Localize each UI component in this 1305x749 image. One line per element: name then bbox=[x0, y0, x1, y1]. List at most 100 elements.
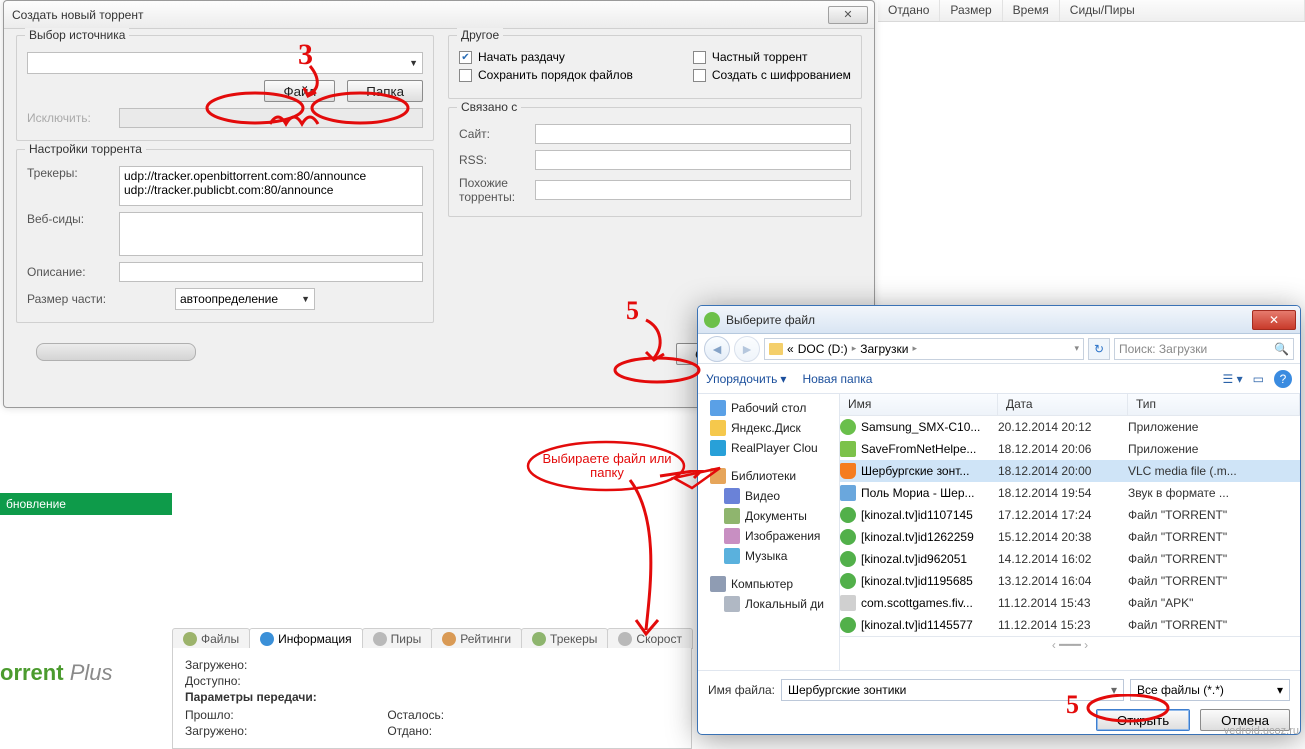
site-input[interactable] bbox=[535, 124, 851, 144]
settings-group: Настройки торрента Трекеры: udp://tracke… bbox=[16, 149, 434, 323]
file-list: Имя Дата Тип Samsung_SMX-C10...20.12.201… bbox=[840, 394, 1300, 670]
similar-input[interactable] bbox=[535, 180, 851, 200]
crumb-back[interactable]: « bbox=[787, 342, 794, 356]
piece-size-combo[interactable]: автоопределение ▼ bbox=[175, 288, 315, 310]
tree-node[interactable]: Изображения bbox=[700, 526, 837, 546]
exclude-input bbox=[119, 108, 423, 128]
source-combo[interactable]: ▼ bbox=[27, 52, 423, 74]
file-row[interactable]: Samsung_SMX-C10...20.12.2014 20:12Прилож… bbox=[840, 416, 1300, 438]
detail-tabs: Файлы Информация Пиры Рейтинги Трекеры С… bbox=[172, 628, 692, 650]
description-label: Описание: bbox=[27, 265, 111, 279]
nav-back-button[interactable]: ◄ bbox=[704, 336, 730, 362]
tree-node[interactable]: RealPlayer Clou bbox=[700, 438, 837, 458]
info-dl2: Загружено: bbox=[185, 724, 247, 738]
exclude-label: Исключить: bbox=[27, 111, 111, 125]
file-icon bbox=[840, 441, 856, 457]
rss-input[interactable] bbox=[535, 150, 851, 170]
arrange-button[interactable]: Упорядочить ▾ bbox=[706, 372, 786, 386]
choose-file-button[interactable]: Файл bbox=[264, 80, 335, 102]
trackers-input[interactable]: udp://tracker.openbittorrent.com:80/anno… bbox=[119, 166, 423, 206]
chevron-down-icon: ▾ bbox=[780, 372, 786, 386]
private-checkbox[interactable] bbox=[693, 51, 706, 64]
keep-order-checkbox[interactable] bbox=[459, 69, 472, 82]
dialog-title: Создать новый торрент bbox=[4, 8, 143, 22]
tab-info[interactable]: Информация bbox=[249, 628, 362, 649]
file-icon bbox=[840, 485, 856, 501]
file-row[interactable]: Шербургские зонт...18.12.2014 20:00VLC m… bbox=[840, 460, 1300, 482]
chevron-down-icon[interactable]: ▾ bbox=[1074, 343, 1079, 354]
view-button[interactable]: ☰ ▾ bbox=[1223, 372, 1243, 386]
tree-node[interactable]: Библиотеки bbox=[700, 466, 837, 486]
tab-ratings[interactable]: Рейтинги bbox=[431, 628, 522, 649]
tree-node[interactable]: Видео bbox=[700, 486, 837, 506]
folder-icon bbox=[724, 596, 740, 612]
folder-icon bbox=[710, 400, 726, 416]
choose-folder-button[interactable]: Папка bbox=[347, 80, 423, 102]
start-seed-checkbox[interactable] bbox=[459, 51, 472, 64]
tree-node[interactable]: Компьютер bbox=[700, 574, 837, 594]
scroll-indicator[interactable]: ‹ ━━━ › bbox=[840, 636, 1300, 652]
tree-node[interactable]: Локальный ди bbox=[700, 594, 837, 614]
col-time[interactable]: Время bbox=[1003, 0, 1060, 21]
tab-files[interactable]: Файлы bbox=[172, 628, 250, 649]
tab-speed[interactable]: Скорост bbox=[607, 628, 693, 649]
watermark: vedroid.ucoz.ru bbox=[1224, 725, 1299, 737]
file-row[interactable]: Поль Мориа - Шер...18.12.2014 19:54Звук … bbox=[840, 482, 1300, 504]
info-pane: Загружено: Доступно: Параметры передачи:… bbox=[172, 648, 692, 749]
crumb-drive[interactable]: DOC (D:) bbox=[798, 342, 848, 356]
tree-node[interactable]: Яндекс.Диск bbox=[700, 418, 837, 438]
file-row[interactable]: [kinozal.tv]id126225915.12.2014 20:38Фай… bbox=[840, 526, 1300, 548]
chevron-down-icon: ▾ bbox=[1277, 683, 1283, 697]
folder-icon bbox=[769, 343, 783, 355]
chevron-down-icon: ▼ bbox=[409, 58, 418, 68]
tree-node[interactable]: Музыка bbox=[700, 546, 837, 566]
new-folder-button[interactable]: Новая папка bbox=[802, 372, 872, 386]
ratings-icon bbox=[442, 632, 456, 646]
file-row[interactable]: [kinozal.tv]id114557711.12.2014 15:23Фай… bbox=[840, 614, 1300, 636]
files-icon bbox=[183, 632, 197, 646]
col-size[interactable]: Размер bbox=[940, 0, 1002, 21]
update-tab[interactable]: бновление bbox=[0, 493, 172, 515]
col-name[interactable]: Имя bbox=[840, 394, 998, 415]
close-icon[interactable]: ✕ bbox=[828, 6, 868, 24]
chevron-right-icon: ▸ bbox=[913, 343, 918, 354]
open-footer: Имя файла: Шербургские зонтики▾ Все файл… bbox=[698, 670, 1300, 735]
description-input[interactable] bbox=[119, 262, 423, 282]
file-row[interactable]: com.scottgames.fiv...11.12.2014 15:43Фай… bbox=[840, 592, 1300, 614]
file-row[interactable]: SaveFromNetHelpe...18.12.2014 20:06Прило… bbox=[840, 438, 1300, 460]
related-group-title: Связано с bbox=[457, 100, 521, 114]
file-row[interactable]: [kinozal.tv]id96205114.12.2014 16:02Файл… bbox=[840, 548, 1300, 570]
folder-icon bbox=[710, 576, 726, 592]
tree-node[interactable]: Рабочий стол bbox=[700, 398, 837, 418]
folder-tree[interactable]: Рабочий столЯндекс.ДискRealPlayer Clou Би… bbox=[698, 394, 840, 670]
chevron-down-icon[interactable]: ▾ bbox=[1111, 683, 1117, 697]
search-input[interactable]: Поиск: Загрузки 🔍 bbox=[1114, 338, 1294, 360]
refresh-button[interactable]: ↻ bbox=[1088, 338, 1110, 360]
col-date[interactable]: Дата bbox=[998, 394, 1128, 415]
col-given[interactable]: Отдано bbox=[878, 0, 940, 21]
file-icon bbox=[840, 419, 856, 435]
file-open-dialog: Выберите файл ✕ ◄ ► « DOC (D:) ▸ Загрузк… bbox=[697, 305, 1301, 735]
breadcrumb[interactable]: « DOC (D:) ▸ Загрузки ▸ ▾ bbox=[764, 338, 1084, 360]
trackers-icon bbox=[532, 632, 546, 646]
preview-button[interactable]: ▭ bbox=[1253, 372, 1264, 386]
open-button[interactable]: Открыть bbox=[1096, 709, 1190, 731]
piece-label: Размер части: bbox=[27, 292, 167, 306]
webseeds-input[interactable] bbox=[119, 212, 423, 256]
help-icon[interactable]: ? bbox=[1274, 370, 1292, 388]
encrypt-label: Создать с шифрованием bbox=[712, 68, 851, 82]
tab-peers[interactable]: Пиры bbox=[362, 628, 433, 649]
nav-forward-button[interactable]: ► bbox=[734, 336, 760, 362]
annotation-bubble: Выбираете файл или папку bbox=[524, 438, 724, 512]
filetype-combo[interactable]: Все файлы (*.*)▾ bbox=[1130, 679, 1290, 701]
file-row[interactable]: [kinozal.tv]id119568513.12.2014 16:04Фай… bbox=[840, 570, 1300, 592]
file-row[interactable]: [kinozal.tv]id110714517.12.2014 17:24Фай… bbox=[840, 504, 1300, 526]
close-icon[interactable]: ✕ bbox=[1252, 310, 1296, 330]
col-seeds[interactable]: Сиды/Пиры bbox=[1060, 0, 1305, 21]
crumb-folder[interactable]: Загрузки bbox=[860, 342, 908, 356]
tree-node[interactable]: Документы bbox=[700, 506, 837, 526]
encrypt-checkbox[interactable] bbox=[693, 69, 706, 82]
col-type[interactable]: Тип bbox=[1128, 394, 1300, 415]
tab-trackers[interactable]: Трекеры bbox=[521, 628, 608, 649]
filename-input[interactable]: Шербургские зонтики▾ bbox=[781, 679, 1124, 701]
